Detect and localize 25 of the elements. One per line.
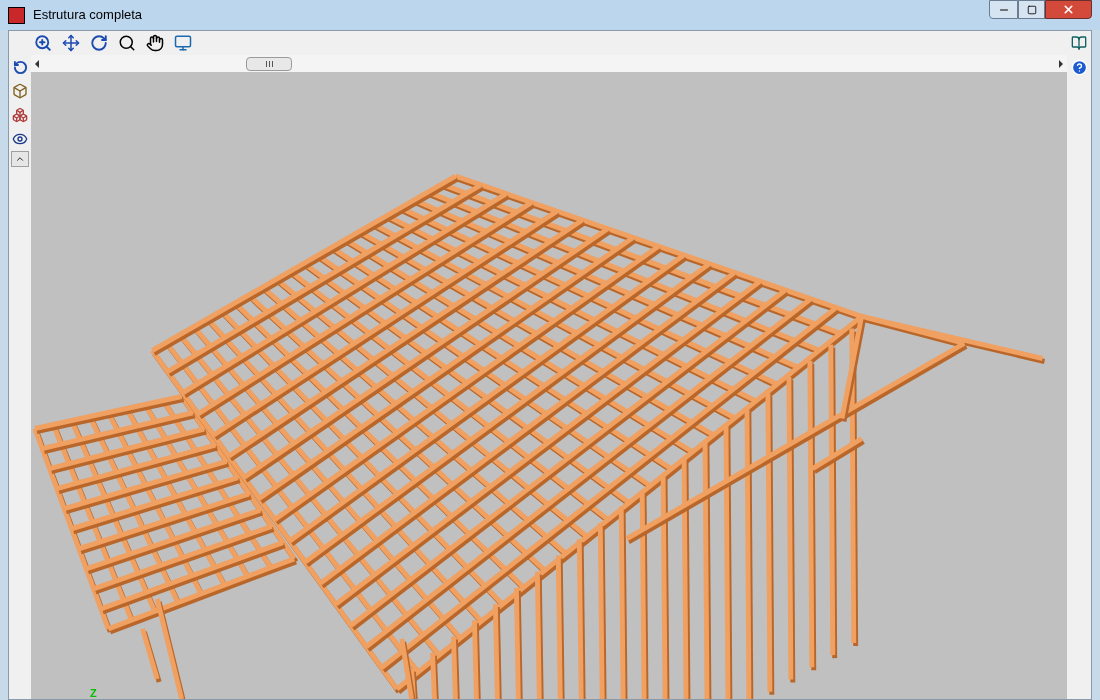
horizontal-scrollbar[interactable] xyxy=(31,55,1067,72)
pan-arrows-icon[interactable] xyxy=(62,34,80,52)
scroll-left-icon[interactable] xyxy=(35,59,39,68)
close-icon xyxy=(1062,3,1075,16)
3d-viewport[interactable]: Z xyxy=(31,72,1067,699)
rotate-icon[interactable] xyxy=(90,34,108,52)
restore-icon xyxy=(1026,4,1037,15)
cube-icon[interactable] xyxy=(12,83,28,99)
scroll-thumb[interactable] xyxy=(246,56,292,71)
hand-icon[interactable] xyxy=(146,34,164,52)
maximize-button[interactable] xyxy=(1018,0,1045,19)
axis-label: Z xyxy=(90,688,97,699)
close-button[interactable] xyxy=(1045,0,1092,19)
undo-icon[interactable] xyxy=(12,59,28,75)
caret-icon xyxy=(15,154,25,164)
window-title: Estrutura completa xyxy=(33,6,143,25)
search-icon[interactable] xyxy=(118,34,136,52)
scroll-right-icon[interactable] xyxy=(1059,59,1063,68)
book-icon[interactable] xyxy=(1071,35,1087,51)
monitor-icon[interactable] xyxy=(174,34,192,52)
help-icon[interactable] xyxy=(1070,58,1088,76)
app-icon xyxy=(8,6,25,24)
eye-icon[interactable] xyxy=(12,131,28,147)
minimize-button[interactable] xyxy=(989,0,1018,19)
zoom-icon[interactable] xyxy=(34,34,52,52)
